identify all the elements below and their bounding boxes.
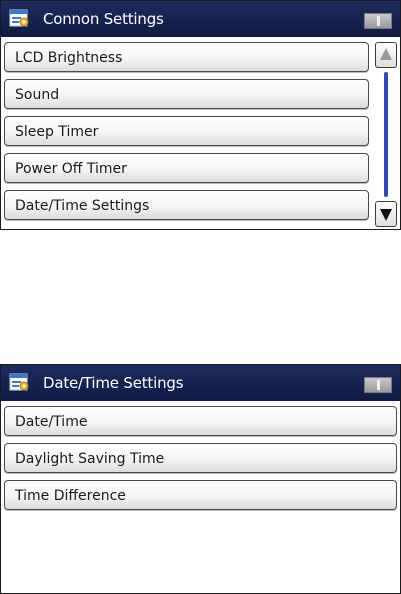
status-indicator-icon [364,13,392,29]
scrollbar[interactable] [375,42,397,227]
menu-item-label: Power Off Timer [15,161,127,177]
settings-screen-date-time: Date/Time Settings Date/Time Daylight Sa… [0,364,401,594]
menu-item-date-time[interactable]: Date/Time [4,406,397,436]
menu-item-sleep-timer[interactable]: Sleep Timer [4,116,369,146]
scroll-thumb[interactable] [384,72,388,197]
scroll-down-button[interactable] [375,201,397,227]
menu-item-lcd-brightness[interactable]: LCD Brightness [4,42,369,72]
page-title: Date/Time Settings [43,374,184,392]
menu-item-date-time-settings[interactable]: Date/Time Settings [4,190,369,220]
menu-item-time-difference[interactable]: Time Difference [4,480,397,510]
page-title: Connon Settings [43,10,164,28]
title-bar: Connon Settings [1,1,400,37]
settings-icon [9,9,29,27]
scroll-down-arrow-icon [380,209,392,221]
menu-item-label: Daylight Saving Time [15,451,165,467]
scroll-up-arrow-icon [380,48,392,60]
title-bar: Date/Time Settings [1,365,400,401]
menu-item-label: LCD Brightness [15,50,123,66]
menu-item-label: Date/Time [15,414,88,430]
menu-item-label: Sound [15,87,60,103]
settings-icon [9,373,29,391]
status-indicator-icon [364,377,392,393]
menu-item-daylight-saving-time[interactable]: Daylight Saving Time [4,443,397,473]
menu-item-label: Sleep Timer [15,124,99,140]
menu-item-power-off-timer[interactable]: Power Off Timer [4,153,369,183]
menu-item-label: Date/Time Settings [15,198,150,214]
settings-screen-common: Connon Settings LCD Brightness Sound Sle… [0,0,401,230]
menu-item-sound[interactable]: Sound [4,79,369,109]
menu-item-label: Time Difference [15,488,126,504]
scroll-up-button[interactable] [375,42,397,68]
